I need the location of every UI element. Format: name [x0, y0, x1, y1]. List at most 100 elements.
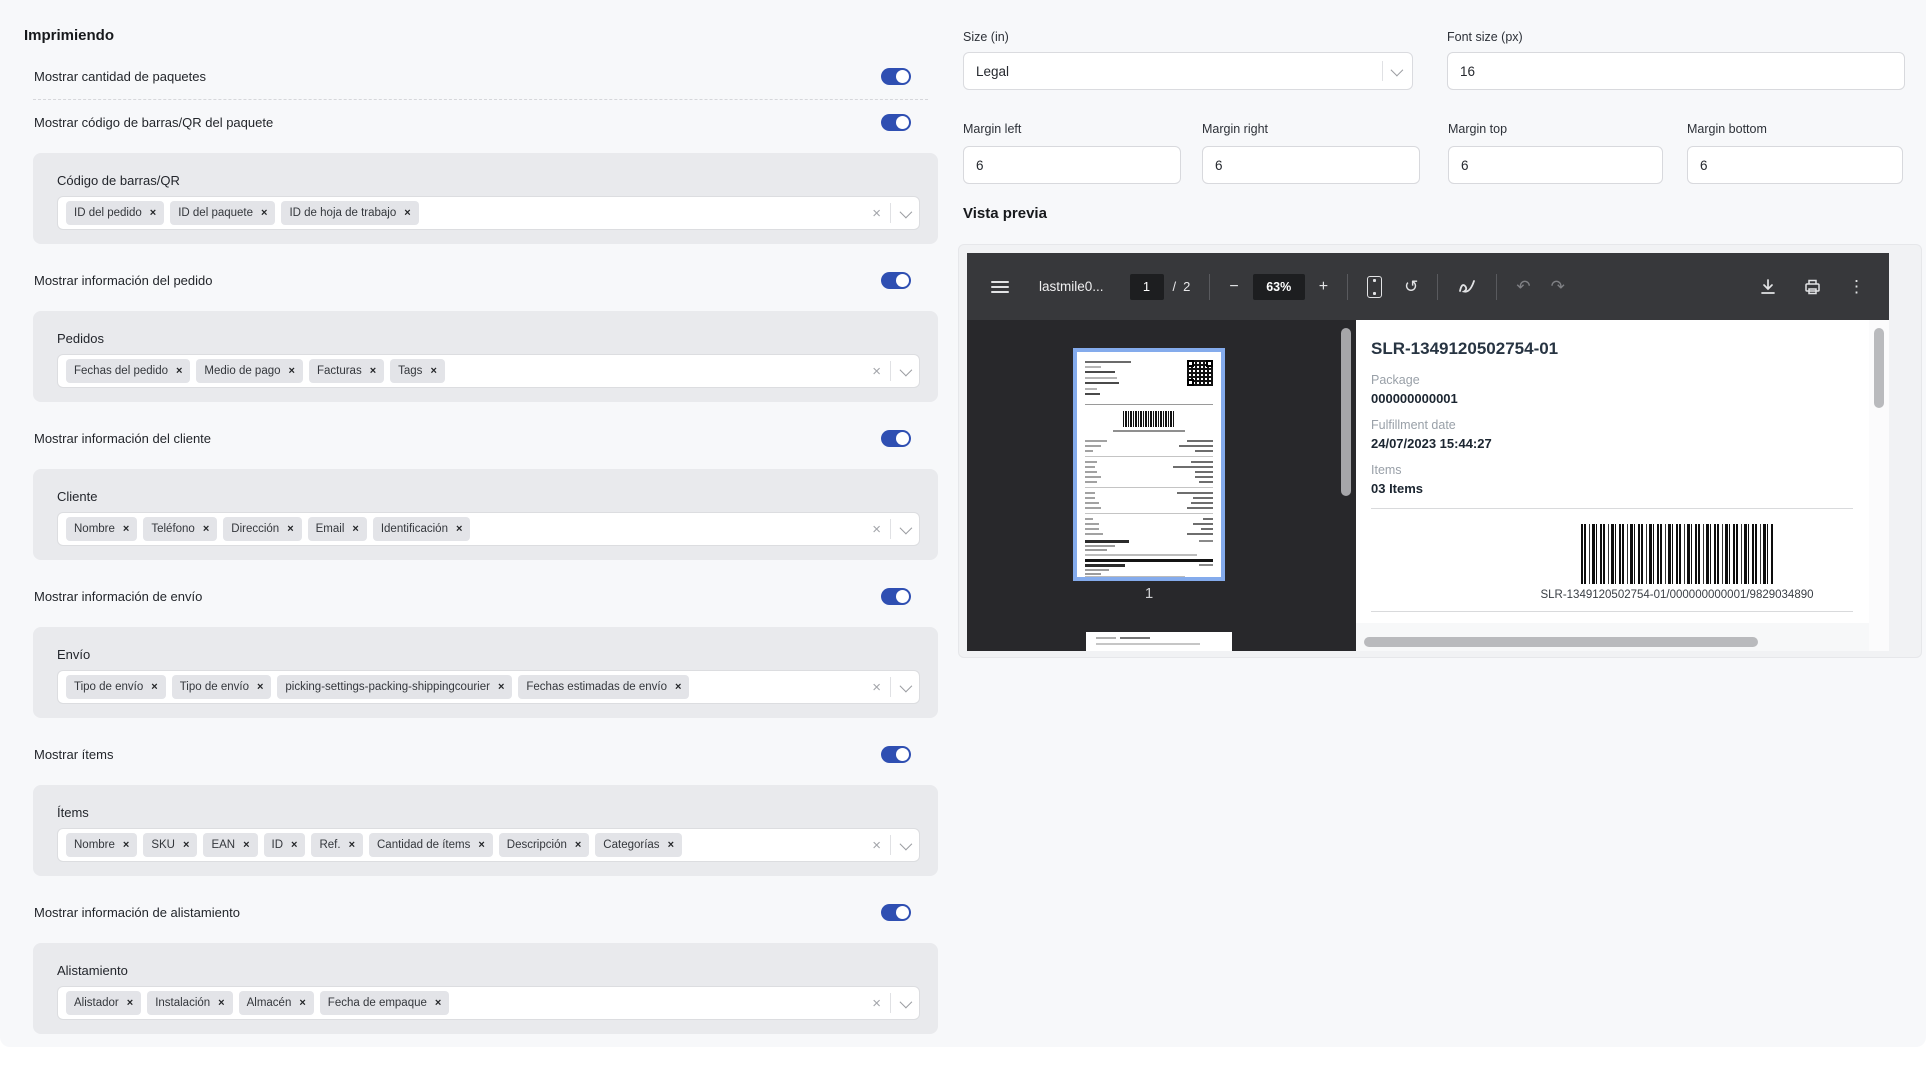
horizontal-scrollbar[interactable] [1364, 637, 1758, 647]
chip[interactable]: EAN× [203, 833, 257, 857]
chip-remove-icon[interactable]: × [243, 840, 249, 851]
size-select[interactable]: Legal [963, 52, 1413, 90]
chip[interactable]: ID× [264, 833, 306, 857]
chip[interactable]: SKU× [143, 833, 197, 857]
chip-remove-icon[interactable]: × [257, 682, 263, 693]
toggle-switch[interactable] [881, 904, 911, 921]
rotate-icon[interactable]: ↺ [1404, 278, 1418, 295]
chip-remove-icon[interactable]: × [435, 998, 441, 1009]
chevron-down-icon[interactable] [900, 363, 913, 376]
chip-remove-icon[interactable]: × [668, 840, 674, 851]
multiselect-input[interactable]: Nombre×SKU×EAN× ID×Ref.×Cantidad de ítems… [57, 828, 920, 862]
chip-remove-icon[interactable]: × [123, 524, 129, 535]
chip[interactable]: Cantidad de ítems× [369, 833, 493, 857]
page2-thumbnail[interactable] [1086, 632, 1232, 651]
chip-remove-icon[interactable]: × [123, 840, 129, 851]
zoom-in-button[interactable]: + [1319, 279, 1328, 295]
chip[interactable]: ID del pedido× [66, 201, 164, 225]
chip[interactable]: Tipo de envío× [172, 675, 272, 699]
clear-icon[interactable]: × [872, 364, 881, 379]
chip-remove-icon[interactable]: × [176, 366, 182, 377]
clear-icon[interactable]: × [872, 838, 881, 853]
chip[interactable]: Categorías× [595, 833, 682, 857]
chip-remove-icon[interactable]: × [127, 998, 133, 1009]
chip[interactable]: Nombre× [66, 517, 137, 541]
more-options-icon[interactable]: ⋮ [1848, 277, 1865, 297]
toggle-switch[interactable] [881, 588, 911, 605]
chip-remove-icon[interactable]: × [151, 682, 157, 693]
clear-icon[interactable]: × [872, 680, 881, 695]
margin-bottom-input[interactable] [1687, 146, 1903, 184]
chip[interactable]: Identificación× [373, 517, 471, 541]
chip[interactable]: ID de hoja de trabajo× [281, 201, 418, 225]
chip[interactable]: Instalación× [147, 991, 232, 1015]
chip[interactable]: Nombre× [66, 833, 137, 857]
chip[interactable]: Almacén× [239, 991, 314, 1015]
chevron-down-icon[interactable] [900, 837, 913, 850]
chip[interactable]: ID del paquete× [170, 201, 275, 225]
chip[interactable]: picking-settings-packing-shippingcourier… [277, 675, 512, 699]
chip[interactable]: Facturas× [309, 359, 384, 383]
chip[interactable]: Descripción× [499, 833, 590, 857]
chip-remove-icon[interactable]: × [287, 524, 293, 535]
page1-thumbnail[interactable] [1073, 348, 1225, 581]
chip-remove-icon[interactable]: × [478, 840, 484, 851]
chip-remove-icon[interactable]: × [299, 998, 305, 1009]
multiselect-input[interactable]: Fechas del pedido×Medio de pago×Facturas… [57, 354, 920, 388]
download-icon[interactable] [1759, 278, 1777, 296]
chip-remove-icon[interactable]: × [261, 208, 267, 219]
chip[interactable]: Medio de pago× [196, 359, 303, 383]
chevron-down-icon[interactable] [900, 995, 913, 1008]
chip-remove-icon[interactable]: × [675, 682, 681, 693]
clear-icon[interactable]: × [872, 522, 881, 537]
chip-remove-icon[interactable]: × [575, 840, 581, 851]
chip-remove-icon[interactable]: × [183, 840, 189, 851]
multiselect-input[interactable]: Alistador×Instalación× Almacén×Fecha de e… [57, 986, 920, 1020]
margin-left-input[interactable] [963, 146, 1181, 184]
chip[interactable]: Dirección× [223, 517, 301, 541]
page-number-input[interactable]: 1 [1130, 274, 1164, 300]
fit-to-page-icon[interactable] [1367, 276, 1382, 298]
margin-top-input[interactable] [1448, 146, 1663, 184]
multiselect-input[interactable]: ID del pedido×ID del paquete×ID de hoja … [57, 196, 920, 230]
chip-remove-icon[interactable]: × [203, 524, 209, 535]
multiselect-input[interactable]: Tipo de envío×Tipo de envío×picking-sett… [57, 670, 920, 704]
toggle-switch[interactable] [881, 68, 911, 85]
clear-icon[interactable]: × [872, 996, 881, 1011]
chevron-down-icon[interactable] [900, 679, 913, 692]
print-icon[interactable] [1803, 278, 1822, 296]
chip-remove-icon[interactable]: × [289, 366, 295, 377]
margin-right-input[interactable] [1202, 146, 1420, 184]
multiselect-input[interactable]: Nombre×Teléfono×Dirección× Email×Identifi… [57, 512, 920, 546]
chip[interactable]: Fechas estimadas de envío× [518, 675, 689, 699]
chip-remove-icon[interactable]: × [430, 366, 436, 377]
chip-remove-icon[interactable]: × [456, 524, 462, 535]
chevron-down-icon[interactable] [1391, 63, 1404, 76]
chip[interactable]: Alistador× [66, 991, 141, 1015]
zoom-level[interactable]: 63% [1253, 274, 1305, 300]
redo-icon[interactable]: ↷ [1551, 278, 1565, 295]
chip[interactable]: Fecha de empaque× [320, 991, 450, 1015]
clear-icon[interactable]: × [872, 206, 881, 221]
chip-remove-icon[interactable]: × [349, 840, 355, 851]
chip[interactable]: Fechas del pedido× [66, 359, 190, 383]
chevron-down-icon[interactable] [900, 205, 913, 218]
chip-remove-icon[interactable]: × [150, 208, 156, 219]
chip-remove-icon[interactable]: × [218, 998, 224, 1009]
menu-icon[interactable] [991, 281, 1009, 293]
toggle-switch[interactable] [881, 746, 911, 763]
zoom-out-button[interactable]: − [1229, 279, 1238, 295]
chip[interactable]: Ref.× [311, 833, 363, 857]
font-size-input[interactable] [1447, 52, 1905, 90]
chip[interactable]: Tipo de envío× [66, 675, 166, 699]
chip-remove-icon[interactable]: × [498, 682, 504, 693]
toggle-switch[interactable] [881, 272, 911, 289]
annotate-icon[interactable] [1457, 277, 1477, 297]
chip-remove-icon[interactable]: × [291, 840, 297, 851]
chip[interactable]: Teléfono× [143, 517, 217, 541]
chip-remove-icon[interactable]: × [404, 208, 410, 219]
toggle-switch[interactable] [881, 430, 911, 447]
vertical-scrollbar[interactable] [1874, 328, 1884, 408]
chip[interactable]: Email× [308, 517, 367, 541]
chip-remove-icon[interactable]: × [352, 524, 358, 535]
